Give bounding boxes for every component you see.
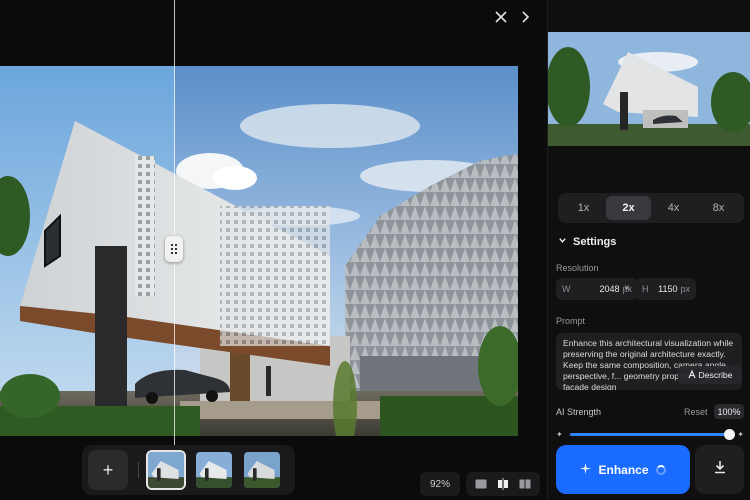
width-prefix: W (562, 284, 571, 294)
compare-divider-line[interactable] (174, 0, 175, 445)
comparison-image[interactable] (0, 66, 518, 436)
settings-title: Settings (573, 236, 617, 248)
slider-knob[interactable] (724, 429, 735, 440)
ai-strength-label: AI Strength (556, 407, 602, 417)
sparkle-icon (580, 462, 592, 477)
resolution-label: Resolution (556, 263, 599, 273)
describe-button[interactable]: Describe (678, 366, 742, 384)
compare-drag-handle[interactable] (165, 236, 183, 262)
enhance-label: Enhance (598, 462, 649, 477)
describe-icon (688, 369, 696, 381)
settings-panel: 1x 2x 4x 8x Settings Resolution W 2048 p… (547, 0, 750, 500)
split-view-icon[interactable] (496, 478, 510, 490)
scale-option-8x[interactable]: 8x (696, 196, 741, 220)
reset-button[interactable]: Reset (684, 407, 708, 417)
zoom-level[interactable]: 92% (420, 472, 460, 496)
scale-option-1x[interactable]: 1x (561, 196, 606, 220)
scale-option-4x[interactable]: 4x (651, 196, 696, 220)
height-value: 1150 (658, 284, 678, 294)
height-prefix: H (642, 284, 649, 294)
plus-icon: + (102, 459, 114, 480)
width-value: 2048 (599, 284, 620, 294)
download-button[interactable] (695, 445, 744, 494)
chevron-right-icon[interactable] (516, 8, 534, 26)
chevron-down-icon (558, 236, 567, 248)
loading-spinner-icon (655, 464, 666, 475)
scale-option-2x[interactable]: 2x (606, 196, 651, 220)
ai-strength-row: AI Strength Reset 100% (556, 404, 744, 420)
height-field[interactable]: H 1150 px (636, 278, 696, 300)
thumbnail-bar: + (82, 445, 295, 495)
toolbar-divider (138, 462, 139, 478)
thumbnail-item[interactable] (146, 450, 186, 490)
single-view-icon[interactable] (474, 478, 488, 490)
download-icon (713, 460, 727, 479)
preview-thumbnail (548, 32, 750, 146)
add-image-button[interactable]: + (88, 450, 128, 490)
thumbnail-item[interactable] (194, 450, 234, 490)
describe-label: Describe (698, 370, 733, 380)
sparkle-large-icon: ✦ (737, 430, 744, 439)
height-unit: px (680, 284, 690, 294)
sparkle-small-icon: ✦ (556, 430, 563, 439)
view-mode-toggle (466, 472, 540, 496)
ai-strength-value[interactable]: 100% (714, 404, 744, 419)
dimension-separator: × (624, 283, 630, 294)
thumbnail-item[interactable] (242, 450, 282, 490)
scale-selector: 1x 2x 4x 8x (558, 193, 744, 223)
ai-strength-slider[interactable]: ✦ ✦ (556, 427, 744, 441)
prompt-label: Prompt (556, 316, 586, 326)
image-canvas[interactable]: + 92% (0, 0, 547, 500)
side-by-side-view-icon[interactable] (518, 478, 532, 490)
slider-fill (570, 433, 730, 436)
close-icon[interactable] (492, 8, 510, 26)
enhance-button[interactable]: Enhance (556, 445, 690, 494)
settings-section-toggle[interactable]: Settings (558, 236, 616, 248)
